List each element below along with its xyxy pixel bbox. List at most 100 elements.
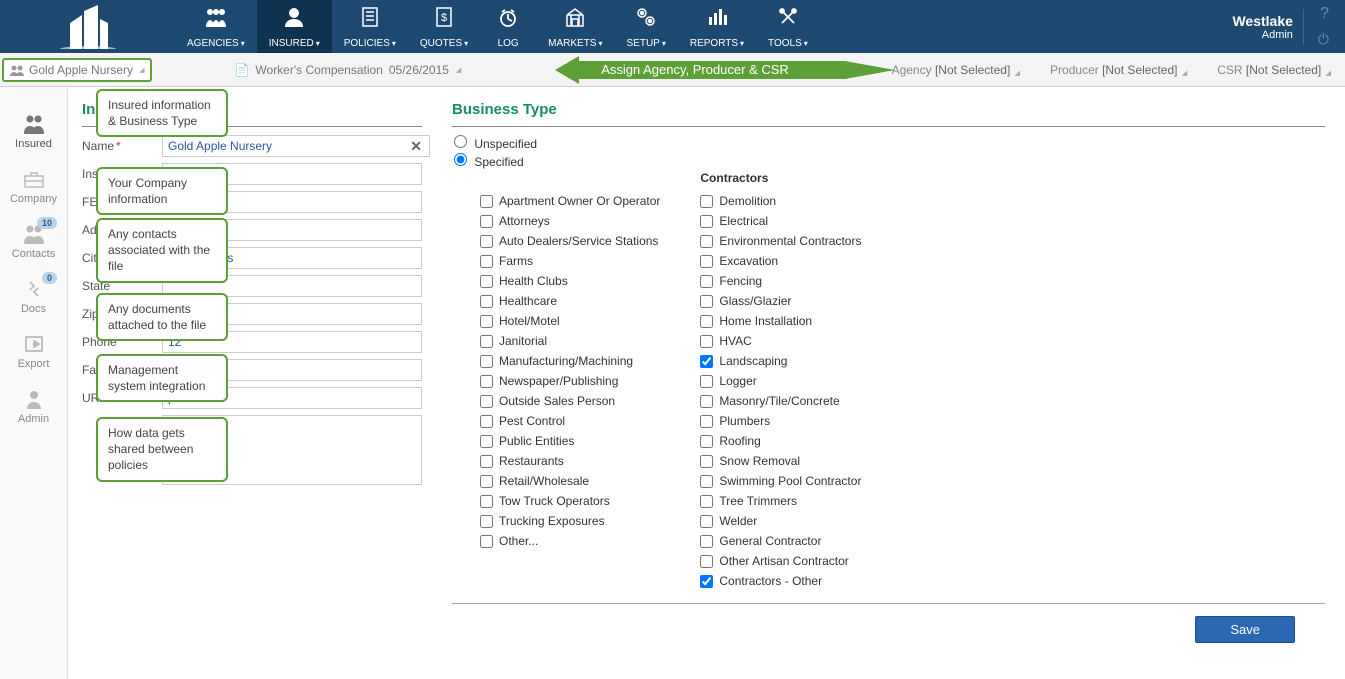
chevron-down-icon: ▾ [740, 39, 744, 48]
sidebar-item-docs[interactable]: 0Docs [0, 270, 67, 325]
check-excavation[interactable]: Excavation [700, 251, 861, 271]
check-health-clubs[interactable]: Health Clubs [480, 271, 660, 291]
insured-selector[interactable]: Gold Apple Nursery ◢ [2, 58, 152, 82]
check-attorneys[interactable]: Attorneys [480, 211, 660, 231]
clear-icon[interactable]: ✕ [410, 138, 422, 155]
check-other-[interactable]: Other... [480, 531, 660, 551]
agency-selector[interactable]: Agency [Not Selected] ◢ [892, 63, 1020, 77]
callout-2: Any contacts associated with the file [96, 218, 228, 283]
check-trucking-exposures[interactable]: Trucking Exposures [480, 511, 660, 531]
radio-specified[interactable]: Specified [454, 155, 524, 169]
nav-icon [204, 6, 228, 28]
check-farms[interactable]: Farms [480, 251, 660, 271]
sidebar-item-admin[interactable]: Admin [0, 380, 67, 435]
power-icon[interactable]: ⏻ [1314, 29, 1333, 50]
csr-selector[interactable]: CSR [Not Selected] ◢ [1217, 63, 1331, 77]
check-welder[interactable]: Welder [700, 511, 861, 531]
top-nav: AGENCIES▾INSURED▾POLICIES▾$QUOTES▾LOGMAR… [0, 0, 1345, 53]
sidebar-item-company[interactable]: Company [0, 160, 67, 215]
check-environmental-contractors[interactable]: Environmental Contractors [700, 231, 861, 251]
section-title-business: Business Type [452, 101, 1325, 118]
badge: 10 [37, 217, 57, 229]
check-outside-sales-person[interactable]: Outside Sales Person [480, 391, 660, 411]
check-general-contractor[interactable]: General Contractor [700, 531, 861, 551]
check-tow-truck-operators[interactable]: Tow Truck Operators [480, 491, 660, 511]
callout-1: Your Company information [96, 167, 228, 215]
help-icon[interactable]: ? [1314, 3, 1333, 25]
nav-insured[interactable]: INSURED▾ [257, 0, 332, 53]
nav-setup[interactable]: SETUP▾ [615, 0, 678, 53]
context-bar: Gold Apple Nursery ◢ 📄 Worker's Compensa… [0, 53, 1345, 87]
chevron-down-icon: ▾ [598, 39, 602, 48]
logo[interactable] [0, 0, 175, 53]
check-janitorial[interactable]: Janitorial [480, 331, 660, 351]
check-public-entities[interactable]: Public Entities [480, 431, 660, 451]
check-electrical[interactable]: Electrical [700, 211, 861, 231]
check-tree-trimmers[interactable]: Tree Trimmers [700, 491, 861, 511]
check-contractors-other[interactable]: Contractors - Other [700, 571, 861, 591]
chevron-down-icon: ▾ [804, 39, 808, 48]
nav-quotes[interactable]: $QUOTES▾ [408, 0, 480, 53]
user-name[interactable]: Westlake [1232, 13, 1292, 29]
check-fencing[interactable]: Fencing [700, 271, 861, 291]
check-roofing[interactable]: Roofing [700, 431, 861, 451]
check-landscaping[interactable]: Landscaping [700, 351, 861, 371]
divider [452, 603, 1325, 604]
nav-icon [564, 6, 586, 28]
check-auto-dealers-service-stations[interactable]: Auto Dealers/Service Stations [480, 231, 660, 251]
nav-icon [498, 6, 518, 28]
dropdown-triangle-icon: ◢ [1015, 70, 1020, 77]
nav-icon [361, 6, 379, 28]
radio-unspecified[interactable]: Unspecified [454, 137, 537, 151]
check-glass-glazier[interactable]: Glass/Glazier [700, 291, 861, 311]
callout-3: Any documents attached to the file [96, 293, 228, 341]
sidebar-icon [2, 168, 65, 190]
check-manufacturing-machining[interactable]: Manufacturing/Machining [480, 351, 660, 371]
check-retail-wholesale[interactable]: Retail/Wholesale [480, 471, 660, 491]
sidebar-item-contacts[interactable]: 10Contacts [0, 215, 67, 270]
content-area: Insured Name✕InsuredFEINAddressCityState… [68, 87, 1345, 679]
save-button[interactable]: Save [1195, 616, 1295, 643]
document-icon: 📄 [234, 63, 249, 77]
nav-log[interactable]: LOG [480, 0, 536, 53]
check-demolition[interactable]: Demolition [700, 191, 861, 211]
check-home-installation[interactable]: Home Installation [700, 311, 861, 331]
nav-icon [283, 6, 305, 28]
check-healthcare[interactable]: Healthcare [480, 291, 660, 311]
check-swimming-pool-contractor[interactable]: Swimming Pool Contractor [700, 471, 861, 491]
check-hotel-motel[interactable]: Hotel/Motel [480, 311, 660, 331]
check-masonry-tile-concrete[interactable]: Masonry/Tile/Concrete [700, 391, 861, 411]
check-snow-removal[interactable]: Snow Removal [700, 451, 861, 471]
nav-icon [707, 6, 727, 28]
check-restaurants[interactable]: Restaurants [480, 451, 660, 471]
producer-selector[interactable]: Producer [Not Selected] ◢ [1050, 63, 1187, 77]
dropdown-triangle-icon: ◢ [139, 66, 144, 74]
sidebar-icon [2, 333, 65, 355]
policy-chip[interactable]: 📄 Worker's Compensation 05/26/2015 ◢ [234, 63, 461, 77]
check-apartment-owner-or-operator[interactable]: Apartment Owner Or Operator [480, 191, 660, 211]
check-plumbers[interactable]: Plumbers [700, 411, 861, 431]
input-name[interactable] [162, 135, 430, 157]
nav-reports[interactable]: REPORTS▾ [678, 0, 756, 53]
banner-arrow: Assign Agency, Producer & CSR [555, 54, 895, 86]
sidebar-item-insured[interactable]: Insured [0, 105, 67, 160]
check-newspaper-publishing[interactable]: Newspaper/Publishing [480, 371, 660, 391]
banner-text: Assign Agency, Producer & CSR [601, 62, 789, 77]
chevron-down-icon: ▾ [316, 39, 320, 48]
badge: 0 [42, 272, 57, 284]
sidebar-item-export[interactable]: Export [0, 325, 67, 380]
nav-icon: $ [435, 6, 453, 28]
dropdown-triangle-icon: ◢ [1326, 70, 1331, 77]
nav-agencies[interactable]: AGENCIES▾ [175, 0, 257, 53]
svg-text:$: $ [441, 12, 447, 24]
nav-policies[interactable]: POLICIES▾ [332, 0, 408, 53]
chevron-down-icon: ▾ [241, 39, 245, 48]
label-name: Name [82, 139, 162, 153]
nav-tools[interactable]: TOOLS▾ [756, 0, 820, 53]
check-other-artisan-contractor[interactable]: Other Artisan Contractor [700, 551, 861, 571]
check-hvac[interactable]: HVAC [700, 331, 861, 351]
check-pest-control[interactable]: Pest Control [480, 411, 660, 431]
nav-markets[interactable]: MARKETS▾ [536, 0, 614, 53]
people-icon [10, 64, 24, 76]
check-logger[interactable]: Logger [700, 371, 861, 391]
